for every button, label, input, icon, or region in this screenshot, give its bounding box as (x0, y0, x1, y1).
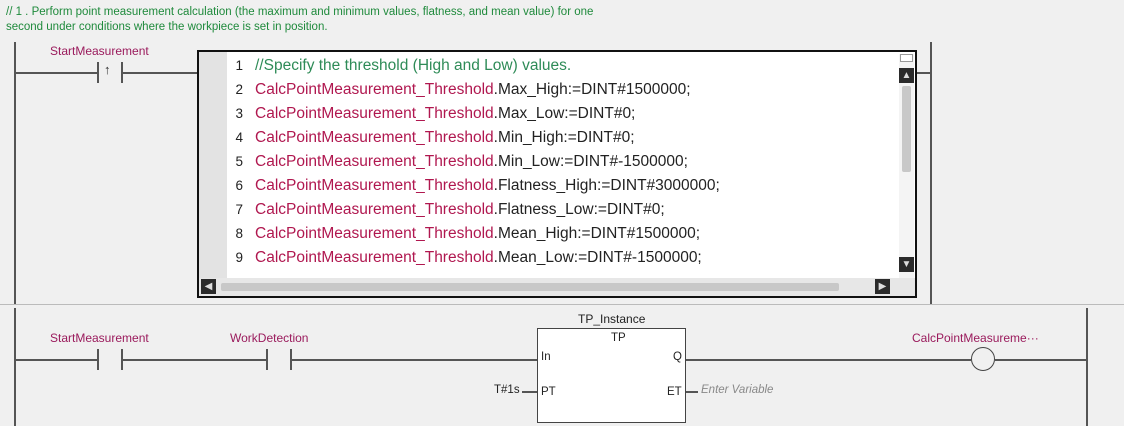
code-line[interactable]: CalcPointMeasurement_Threshold.Flatness_… (255, 198, 895, 222)
no-contact-workdetection[interactable] (266, 349, 292, 370)
fb-type: TP (611, 332, 626, 344)
line-number: 4 (235, 130, 243, 145)
code-object: CalcPointMeasurement_Threshold (255, 129, 494, 146)
coil-label[interactable]: CalcPointMeasureme··· (912, 331, 1039, 345)
code-object: CalcPointMeasurement_Threshold (255, 153, 494, 170)
code-comment: //Specify the threshold (High and Low) v… (255, 57, 572, 74)
code-object: CalcPointMeasurement_Threshold (255, 249, 494, 266)
vertical-scrollbar[interactable]: ▲ ▼ (899, 54, 914, 278)
code-member-assignment: .Flatness_High:=DINT#3000000; (493, 177, 720, 194)
wire (15, 359, 97, 361)
tp-function-block[interactable]: TP In PT Q ET (537, 328, 686, 423)
wire (292, 359, 537, 361)
vertical-scroll-thumb[interactable] (902, 86, 911, 172)
code-line[interactable]: //Specify the threshold (High and Low) v… (255, 54, 895, 78)
rising-edge-contact[interactable]: ↑ (97, 62, 123, 83)
code-line[interactable]: CalcPointMeasurement_Threshold.Min_Low:=… (255, 150, 895, 174)
scroll-right-button[interactable]: ▶ (875, 279, 890, 294)
scroll-left-button[interactable]: ◀ (201, 279, 216, 294)
code-object: CalcPointMeasurement_Threshold (255, 177, 494, 194)
contact-bar-left (97, 62, 99, 83)
left-power-rail (14, 42, 16, 305)
wire (15, 72, 97, 74)
pin-et: ET (667, 386, 682, 398)
line-number: 6 (235, 178, 243, 193)
code-object: CalcPointMeasurement_Threshold (255, 201, 494, 218)
code-object: CalcPointMeasurement_Threshold (255, 105, 494, 122)
no-contact-startmeasurement[interactable] (97, 349, 123, 370)
scrollbar-grip-icon[interactable] (900, 54, 913, 62)
contact-label-startmeasurement[interactable]: StartMeasurement (50, 331, 149, 345)
up-arrow-icon: ↑ (104, 62, 111, 77)
code-object: CalcPointMeasurement_Threshold (255, 225, 494, 242)
output-coil[interactable] (971, 347, 995, 371)
wire (522, 391, 537, 393)
rung-comment[interactable]: // 1 . Perform point measurement calcula… (6, 5, 906, 35)
line-number: 3 (235, 106, 243, 121)
line-number: 2 (235, 82, 243, 97)
code-line[interactable]: CalcPointMeasurement_Threshold.Max_Low:=… (255, 102, 895, 126)
pin-pt: PT (541, 386, 556, 398)
wire (686, 391, 698, 393)
line-numbers: 1 2 3 4 5 6 7 8 9 (227, 54, 243, 270)
code-object: CalcPointMeasurement_Threshold (255, 81, 494, 98)
code-line[interactable]: CalcPointMeasurement_Threshold.Max_High:… (255, 78, 895, 102)
code-line[interactable]: CalcPointMeasurement_Threshold.Mean_Low:… (255, 246, 895, 270)
pin-q: Q (673, 351, 682, 363)
left-power-rail (14, 308, 16, 426)
wire (123, 72, 199, 74)
st-inline-editor[interactable]: 1 2 3 4 5 6 7 8 9 //Specify the threshold (High … (197, 50, 917, 298)
wire (915, 72, 931, 74)
scroll-up-button[interactable]: ▲ (899, 68, 914, 83)
code-member-assignment: .Min_Low:=DINT#-1500000; (493, 153, 688, 170)
line-number: 7 (235, 202, 243, 217)
code-line[interactable]: CalcPointMeasurement_Threshold.Flatness_… (255, 174, 895, 198)
contact-bar-left (266, 349, 268, 370)
line-number: 5 (235, 154, 243, 169)
line-number: 1 (235, 58, 243, 73)
pt-value[interactable]: T#1s (494, 384, 520, 396)
horizontal-scrollbar[interactable]: ◀ ▶ (199, 278, 915, 296)
right-rail-segment (930, 42, 932, 305)
pin-in: In (541, 351, 551, 363)
contact-bar-left (97, 349, 99, 370)
code-member-assignment: .Mean_Low:=DINT#-1500000; (493, 249, 702, 266)
code-line[interactable]: CalcPointMeasurement_Threshold.Mean_High… (255, 222, 895, 246)
horizontal-scroll-thumb[interactable] (221, 283, 839, 291)
code-line[interactable]: CalcPointMeasurement_Threshold.Min_High:… (255, 126, 895, 150)
contact-label-startmeasurement[interactable]: StartMeasurement (50, 44, 149, 58)
editor-gutter (199, 52, 227, 278)
et-variable-input[interactable]: Enter Variable (701, 384, 773, 396)
code-member-assignment: .Max_High:=DINT#1500000; (493, 81, 691, 98)
code-area[interactable]: //Specify the threshold (High and Low) v… (255, 54, 895, 270)
contact-label-workdetection[interactable]: WorkDetection (230, 331, 308, 345)
code-member-assignment: .Mean_High:=DINT#1500000; (493, 225, 701, 242)
right-power-rail (1086, 308, 1088, 426)
code-member-assignment: .Flatness_Low:=DINT#0; (493, 201, 665, 218)
line-number: 9 (235, 250, 243, 265)
scroll-down-button[interactable]: ▼ (899, 257, 914, 272)
wire (686, 359, 971, 361)
line-number: 8 (235, 226, 243, 241)
wire (995, 359, 1087, 361)
code-member-assignment: .Max_Low:=DINT#0; (493, 105, 636, 122)
wire (123, 359, 266, 361)
code-member-assignment: .Min_High:=DINT#0; (493, 129, 635, 146)
fb-instance-name[interactable]: TP_Instance (578, 312, 645, 326)
